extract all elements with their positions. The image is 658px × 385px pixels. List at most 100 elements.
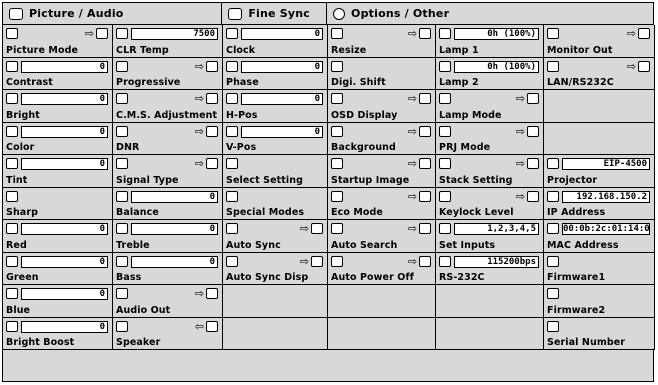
setting-cell[interactable]: 0 Green <box>3 252 113 285</box>
setting-label: Firmware1 <box>547 272 606 283</box>
setting-cell[interactable]: ⇨ Auto Search <box>328 220 436 253</box>
setting-value[interactable]: 115200bps <box>454 255 539 268</box>
setting-cell[interactable]: ⇨ DNR <box>113 122 223 155</box>
setting-cell[interactable]: 0 Bass <box>113 252 223 285</box>
setting-cell[interactable]: 0 Treble <box>113 220 223 253</box>
option-icon <box>206 93 218 104</box>
setting-cell[interactable]: ⇨ Auto Sync <box>223 220 328 253</box>
setting-cell[interactable]: 0h (100%) Lamp 1 <box>436 25 544 58</box>
setting-value[interactable]: 0 <box>21 125 108 138</box>
setting-cell[interactable]: ⇨ PRJ Mode <box>436 122 544 155</box>
setting-cell[interactable]: Sharp <box>3 187 113 220</box>
setting-label: Bright Boost <box>6 337 75 348</box>
setting-cell[interactable]: ⇨ Picture Mode <box>3 25 113 58</box>
setting-cell[interactable]: 0 Blue <box>3 285 113 318</box>
setting-label: Select Setting <box>226 174 304 186</box>
setting-cell[interactable]: ⇨ OSD Display <box>328 90 436 123</box>
option-icon <box>527 190 539 202</box>
setting-icon <box>547 28 559 39</box>
setting-icon <box>331 125 343 137</box>
setting-value[interactable]: 0 <box>21 255 108 268</box>
setting-value[interactable]: 0h (100%) <box>454 28 539 40</box>
setting-cell[interactable]: ⇨ Resize <box>328 25 436 58</box>
setting-value[interactable]: 0 <box>21 223 108 235</box>
setting-value[interactable]: 0 <box>241 125 323 138</box>
setting-cell[interactable]: 0 Bright Boost <box>3 317 113 350</box>
setting-cell[interactable]: 0 Red <box>3 220 113 253</box>
setting-cell[interactable]: 0 Clock <box>223 25 328 58</box>
setting-cell[interactable]: ⇨ LAN/RS232C <box>544 57 655 90</box>
setting-label: Phase <box>226 77 259 88</box>
setting-value[interactable]: 0 <box>241 28 323 40</box>
setting-cell[interactable]: 0h (100%) Lamp 2 <box>436 57 544 90</box>
tab-fine-sync[interactable]: Fine Sync <box>222 3 328 24</box>
setting-cell[interactable]: ⇨ Signal Type <box>113 155 223 188</box>
setting-cell[interactable]: ⇦ Speaker <box>113 317 223 350</box>
setting-cell[interactable]: EIP-4500 Projector <box>544 155 655 188</box>
setting-cell[interactable]: 00:0b:2c:01:14:00 MAC Address <box>544 220 655 253</box>
setting-cell[interactable]: Special Modes <box>223 187 328 220</box>
setting-cell[interactable]: Serial Number <box>544 317 655 350</box>
setting-value[interactable]: 0 <box>21 60 108 73</box>
empty-cell <box>223 285 328 318</box>
setting-icon <box>6 320 18 332</box>
setting-icon <box>226 93 238 104</box>
setting-cell[interactable]: ⇨ C.M.S. Adjustment <box>113 90 223 123</box>
setting-cell[interactable]: 1,2,3,4,5 Set Inputs <box>436 220 544 253</box>
setting-value[interactable]: EIP-4500 <box>562 158 650 170</box>
setting-cell[interactable]: 0 Bright <box>3 90 113 123</box>
setting-value[interactable]: 1,2,3,4,5 <box>454 223 539 235</box>
setting-label: Auto Sync Disp <box>226 272 309 283</box>
setting-value[interactable]: 0 <box>131 190 218 203</box>
tab-options-other[interactable]: Options / Other <box>327 3 653 24</box>
setting-cell[interactable]: ⇨ Startup Image <box>328 155 436 188</box>
setting-cell[interactable]: 115200bps RS-232C <box>436 252 544 285</box>
setting-cell[interactable]: ⇨ Eco Mode <box>328 187 436 220</box>
setting-icon <box>116 125 128 137</box>
setting-value[interactable]: 0 <box>21 93 108 105</box>
tab-picture-audio[interactable]: Picture / Audio <box>3 3 223 24</box>
setting-cell[interactable]: 7500 CLR Temp <box>113 25 223 58</box>
setting-label: Green <box>6 272 39 283</box>
setting-cell[interactable]: 0 H-Pos <box>223 90 328 123</box>
setting-cell[interactable]: 0 Phase <box>223 57 328 90</box>
setting-cell[interactable]: ⇨ Stack Setting <box>436 155 544 188</box>
setting-cell[interactable]: ⇨ Progressive <box>113 57 223 90</box>
setting-cell[interactable]: Digi. Shift <box>328 57 436 90</box>
setting-cell[interactable]: Firmware2 <box>544 285 655 318</box>
setting-cell[interactable]: ⇨ Auto Sync Disp <box>223 252 328 285</box>
setting-value[interactable]: 0 <box>131 255 218 268</box>
setting-cell[interactable]: ⇨ Background <box>328 122 436 155</box>
arrow-icon: ⇨ <box>194 59 204 73</box>
setting-cell[interactable]: ⇨ Keylock Level <box>436 187 544 220</box>
setting-cell[interactable]: 0 Balance <box>113 187 223 220</box>
setting-cell[interactable]: Firmware1 <box>544 252 655 285</box>
setting-label: Treble <box>116 239 150 251</box>
setting-cell[interactable]: 192.168.150.2 IP Address <box>544 187 655 220</box>
setting-cell[interactable]: ⇨ Monitor Out <box>544 25 655 58</box>
setting-cell[interactable]: ⇨ Audio Out <box>113 285 223 318</box>
setting-value[interactable]: 0 <box>131 223 218 235</box>
option-icon <box>527 158 539 169</box>
setting-label: Progressive <box>116 77 181 88</box>
setting-value[interactable]: 00:0b:2c:01:14:00 <box>562 223 650 235</box>
setting-value[interactable]: 0 <box>241 60 323 73</box>
setting-value[interactable]: 7500 <box>131 28 218 40</box>
empty-cell <box>436 317 544 350</box>
setting-icon <box>331 190 343 202</box>
setting-cell[interactable]: ⇨ Lamp Mode <box>436 90 544 123</box>
setting-cell[interactable]: 0 V-Pos <box>223 122 328 155</box>
setting-value[interactable]: 0h (100%) <box>454 60 539 73</box>
setting-icon <box>226 255 238 267</box>
setting-cell[interactable]: 0 Contrast <box>3 57 113 90</box>
setting-value[interactable]: 192.168.150.2 <box>562 190 650 203</box>
setting-value[interactable]: 0 <box>21 320 108 333</box>
setting-cell[interactable]: 0 Color <box>3 122 113 155</box>
setting-value[interactable]: 0 <box>21 158 108 170</box>
setting-cell[interactable]: Select Setting <box>223 155 328 188</box>
setting-value[interactable]: 0 <box>21 288 108 300</box>
setting-cell[interactable]: 0 Tint <box>3 155 113 188</box>
setting-cell[interactable]: ⇨ Auto Power Off <box>328 252 436 285</box>
setting-label: Set Inputs <box>439 239 496 251</box>
setting-value[interactable]: 0 <box>241 93 323 105</box>
